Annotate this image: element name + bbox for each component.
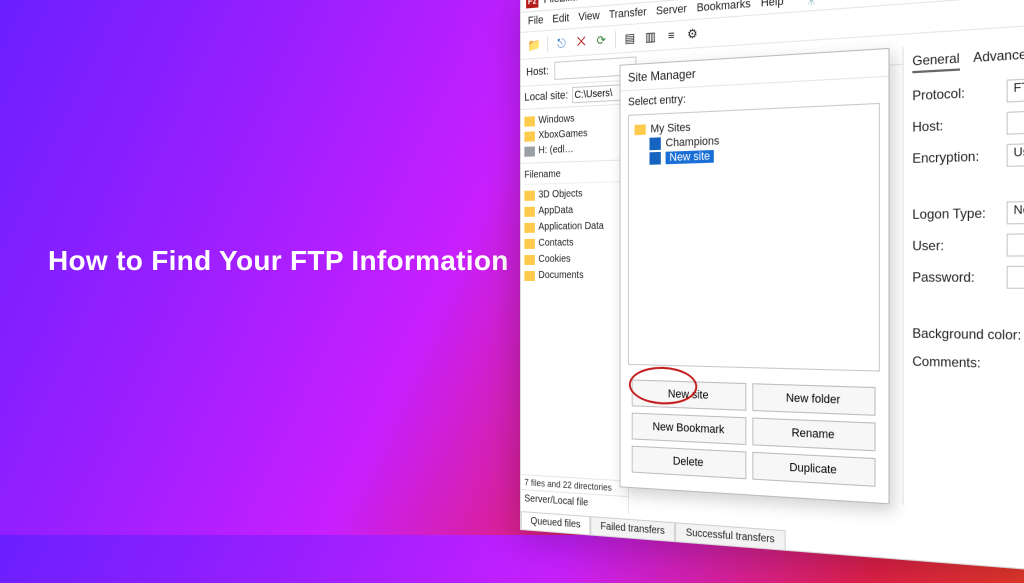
- site-icon: [650, 137, 661, 150]
- tab-queued-files[interactable]: Queued files: [521, 511, 591, 534]
- tree-item[interactable]: H: (edl…: [524, 140, 624, 159]
- list-item[interactable]: Documents: [524, 268, 624, 285]
- menu-help[interactable]: Help: [761, 0, 784, 11]
- refresh-icon[interactable]: ⟳: [593, 30, 609, 50]
- filezilla-window: Fz FileZilla File Edit View Transfer Ser…: [520, 0, 1024, 583]
- new-site-button[interactable]: New site: [632, 379, 747, 410]
- protocol-label: Protocol:: [912, 83, 999, 103]
- folder-icon: [524, 116, 535, 127]
- site-manager-dialog: Site Manager Select entry: My Sites Cham…: [620, 48, 890, 505]
- folder-icon: [635, 124, 646, 135]
- drive-icon: [524, 146, 535, 156]
- background-color-label: Background color:: [912, 325, 1024, 343]
- local-site-label: Local site:: [524, 89, 568, 103]
- site-tree[interactable]: My Sites Champions New site: [628, 103, 880, 372]
- logon-type-label: Logon Type:: [912, 205, 999, 222]
- local-site-input[interactable]: [572, 84, 624, 103]
- menu-bookmarks[interactable]: Bookmarks: [697, 0, 751, 16]
- list-item[interactable]: Contacts: [524, 235, 624, 252]
- page-headline: How to Find Your FTP Information: [48, 245, 509, 277]
- list-item[interactable]: Cookies: [524, 251, 624, 268]
- encryption-label: Encryption:: [912, 148, 999, 167]
- encryption-select[interactable]: Use explicit FTP: [1007, 138, 1024, 167]
- local-panel: Local site: Windows XboxGames H: (edl… F…: [521, 81, 629, 515]
- list-item[interactable]: Application Data: [524, 218, 624, 236]
- rename-button[interactable]: Rename: [752, 417, 875, 451]
- app-stage: Fz FileZilla File Edit View Transfer Ser…: [520, 0, 1024, 560]
- app-title: FileZilla: [544, 0, 578, 6]
- host-label: Host:: [912, 116, 999, 135]
- app-icon: Fz: [526, 0, 538, 8]
- menu-file[interactable]: File: [528, 14, 544, 28]
- tab-failed-transfers[interactable]: Failed transfers: [590, 516, 675, 541]
- folder-icon: [524, 255, 535, 265]
- password-label: Password:: [912, 269, 999, 285]
- delete-button[interactable]: Delete: [632, 446, 747, 480]
- dialog-buttons: New site New folder New Bookmark Rename …: [621, 369, 889, 503]
- filter-icon[interactable]: ≡: [663, 25, 680, 45]
- folder-icon: [524, 191, 535, 201]
- site-manager-icon[interactable]: 📁: [526, 35, 542, 54]
- menu-server[interactable]: Server: [656, 3, 687, 19]
- toggle-remote-icon[interactable]: ▤: [621, 28, 638, 48]
- menu-view[interactable]: View: [578, 10, 599, 25]
- password-input[interactable]: [1007, 265, 1024, 289]
- menu-edit[interactable]: Edit: [552, 12, 569, 26]
- site-icon: [650, 152, 661, 165]
- host-input[interactable]: [1007, 104, 1024, 135]
- folder-icon: [524, 271, 535, 281]
- menu-transfer[interactable]: Transfer: [609, 6, 647, 22]
- protocol-select[interactable]: FTP - File Transf: [1007, 70, 1024, 102]
- toggle-local-icon[interactable]: ▥: [642, 27, 659, 47]
- user-input[interactable]: [1007, 232, 1024, 257]
- disconnect-icon[interactable]: ⨉: [573, 32, 589, 51]
- settings-icon[interactable]: ⚙: [684, 24, 701, 44]
- tab-general[interactable]: General: [912, 50, 959, 73]
- comments-label: Comments:: [912, 353, 1024, 376]
- duplicate-button[interactable]: Duplicate: [752, 452, 875, 487]
- local-tree: Windows XboxGames H: (edl…: [521, 105, 628, 164]
- user-label: User:: [912, 237, 999, 254]
- folder-icon: [524, 131, 535, 141]
- tab-successful-transfers[interactable]: Successful transfers: [675, 522, 786, 549]
- new-folder-button[interactable]: New folder: [752, 383, 875, 416]
- folder-icon: [524, 207, 535, 217]
- logon-type-select[interactable]: Normal: [1007, 198, 1024, 224]
- quickconnect-host-label: Host:: [526, 65, 549, 78]
- site-settings-panel: General Advanced Transfer S Protocol: FT…: [903, 29, 1024, 524]
- filelist-header: Filename: [524, 165, 624, 185]
- folder-icon: [524, 239, 535, 249]
- new-bookmark-button[interactable]: New Bookmark: [632, 413, 747, 445]
- list-item[interactable]: AppData: [524, 202, 624, 220]
- local-file-list: Filename 3D Objects AppData Application …: [521, 160, 628, 480]
- tab-advanced[interactable]: Advanced: [973, 46, 1024, 70]
- quickconnect-icon[interactable]: ⎋: [553, 33, 569, 52]
- folder-icon: [524, 223, 535, 233]
- binoculars-icon[interactable]: 🔭: [804, 0, 818, 8]
